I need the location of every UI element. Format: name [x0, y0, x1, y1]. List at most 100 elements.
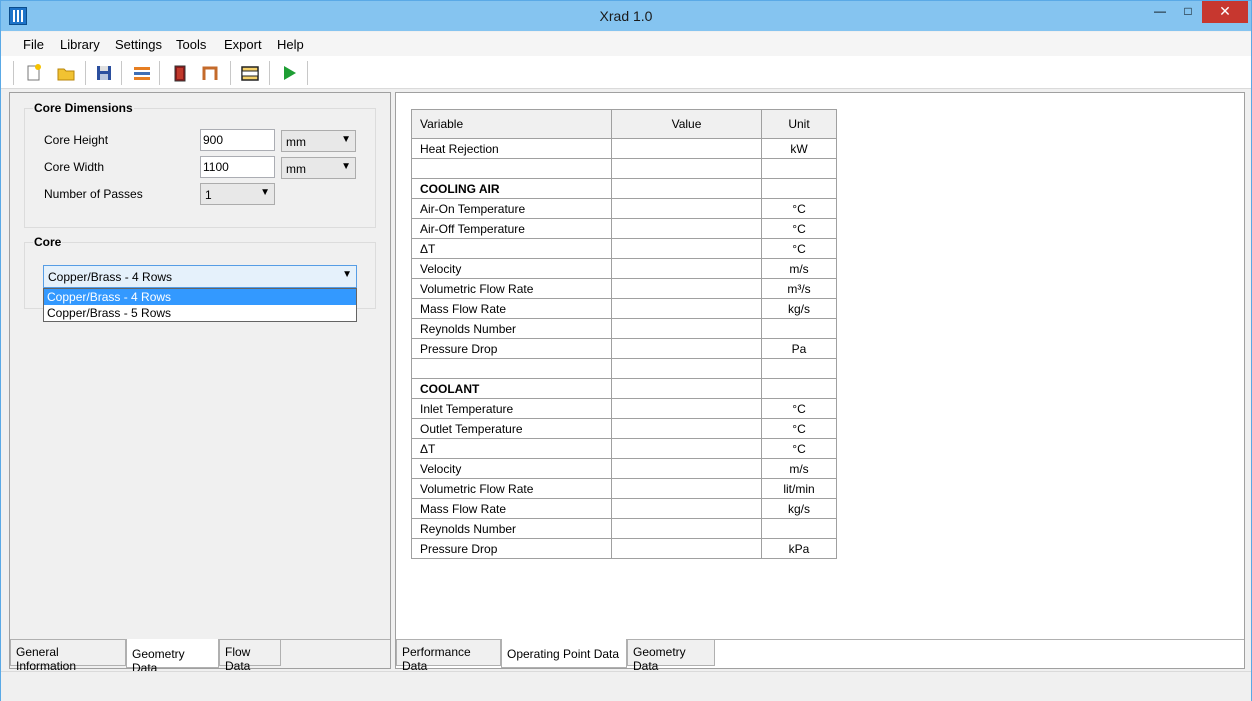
- toolbar-separator: [13, 61, 14, 85]
- save-icon[interactable]: [93, 62, 115, 84]
- row-value[interactable]: [611, 398, 762, 419]
- menu-help[interactable]: Help: [277, 37, 304, 52]
- tab-geometry-data-right[interactable]: Geometry Data: [627, 640, 715, 673]
- row-value[interactable]: [611, 158, 762, 179]
- core-width-unit-select[interactable]: mm ▼: [281, 157, 356, 179]
- tab-flow-data[interactable]: Flow Data: [219, 640, 281, 673]
- row-unit: kW: [761, 138, 837, 159]
- row-value[interactable]: [611, 298, 762, 319]
- row-variable: Mass Flow Rate: [411, 298, 612, 319]
- title-bar[interactable]: Xrad 1.0 — □ ✕: [1, 1, 1251, 31]
- core-width-unit-value: mm: [286, 162, 306, 176]
- tab-geometry-data[interactable]: Geometry Data: [126, 639, 219, 675]
- results-panel: Variable Value Unit Heat Rejection kW COOL…: [395, 92, 1245, 673]
- row-variable: Reynolds Number: [411, 518, 612, 539]
- row-value[interactable]: [611, 258, 762, 279]
- row-unit: °C: [761, 398, 837, 419]
- right-tab-bar: Performance Data Operating Point Data Ge…: [396, 639, 1244, 673]
- toolbar-separator: [230, 61, 231, 85]
- table-row: Heat Rejection kW: [411, 138, 837, 159]
- app-window: Xrad 1.0 — □ ✕ File Library Settings Too…: [0, 0, 1252, 701]
- row-unit: m/s: [761, 258, 837, 279]
- core-option[interactable]: Copper/Brass - 4 Rows: [44, 289, 356, 305]
- window-title: Xrad 1.0: [599, 8, 653, 24]
- row-value[interactable]: [611, 538, 762, 559]
- row-unit: °C: [761, 418, 837, 439]
- row-variable: COOLANT: [411, 378, 612, 399]
- core-width-input[interactable]: 1100: [200, 156, 275, 178]
- table-row: Volumetric Flow Rate m³/s: [411, 278, 837, 299]
- row-variable: Mass Flow Rate: [411, 498, 612, 519]
- core-dropdown-list: Copper/Brass - 4 Rows Copper/Brass - 5 R…: [43, 288, 357, 322]
- table-row: Air-On Temperature °C: [411, 198, 837, 219]
- layers-icon[interactable]: [131, 62, 153, 84]
- menu-file[interactable]: File: [23, 37, 44, 52]
- row-variable: [411, 358, 612, 379]
- row-value[interactable]: [611, 358, 762, 379]
- row-variable: Velocity: [411, 258, 612, 279]
- row-variable: [411, 158, 612, 179]
- new-file-icon[interactable]: [23, 62, 45, 84]
- row-value[interactable]: [611, 238, 762, 259]
- menu-library[interactable]: Library: [60, 37, 100, 52]
- table-row: Pressure Drop kPa: [411, 538, 837, 559]
- row-value[interactable]: [611, 478, 762, 499]
- row-unit: kg/s: [761, 498, 837, 519]
- panel-icon[interactable]: [239, 62, 261, 84]
- passes-label: Number of Passes: [44, 187, 143, 201]
- row-value[interactable]: [611, 138, 762, 159]
- row-value[interactable]: [611, 338, 762, 359]
- row-unit: Pa: [761, 338, 837, 359]
- passes-value: 1: [205, 188, 212, 202]
- core-height-input[interactable]: 900: [200, 129, 275, 151]
- row-unit: m³/s: [761, 278, 837, 299]
- row-unit: [761, 358, 837, 379]
- row-value[interactable]: [611, 518, 762, 539]
- tab-general-information[interactable]: General Information: [10, 640, 126, 673]
- row-unit: [761, 178, 837, 199]
- row-value[interactable]: [611, 218, 762, 239]
- core-select[interactable]: Copper/Brass - 4 Rows ▼: [43, 265, 357, 288]
- row-unit: [761, 518, 837, 539]
- row-value[interactable]: [611, 178, 762, 199]
- core-option[interactable]: Copper/Brass - 5 Rows: [44, 305, 356, 321]
- row-value[interactable]: [611, 378, 762, 399]
- run-icon[interactable]: [278, 62, 300, 84]
- core-height-unit-select[interactable]: mm ▼: [281, 130, 356, 152]
- row-value[interactable]: [611, 458, 762, 479]
- table-row: Volumetric Flow Rate lit/min: [411, 478, 837, 499]
- row-value[interactable]: [611, 498, 762, 519]
- row-value[interactable]: [611, 438, 762, 459]
- menu-settings[interactable]: Settings: [115, 37, 162, 52]
- fin-icon[interactable]: [200, 62, 222, 84]
- open-folder-icon[interactable]: [55, 62, 77, 84]
- row-unit: kPa: [761, 538, 837, 559]
- row-unit: [761, 318, 837, 339]
- table-row: [411, 158, 837, 179]
- close-button[interactable]: ✕: [1202, 1, 1248, 23]
- passes-select[interactable]: 1 ▼: [200, 183, 275, 205]
- row-variable: Air-Off Temperature: [411, 218, 612, 239]
- minimize-button[interactable]: —: [1147, 1, 1173, 23]
- header-unit: Unit: [761, 109, 837, 139]
- row-variable: Volumetric Flow Rate: [411, 478, 612, 499]
- core-icon[interactable]: [169, 62, 191, 84]
- row-value[interactable]: [611, 318, 762, 339]
- core-height-label: Core Height: [44, 133, 109, 147]
- maximize-button[interactable]: □: [1175, 1, 1201, 23]
- menu-tools[interactable]: Tools: [176, 37, 206, 52]
- row-unit: [761, 378, 837, 399]
- tab-operating-point-data[interactable]: Operating Point Data: [501, 639, 627, 668]
- tab-performance-data[interactable]: Performance Data: [396, 640, 501, 673]
- row-value[interactable]: [611, 418, 762, 439]
- row-value[interactable]: [611, 198, 762, 219]
- header-variable: Variable: [411, 109, 612, 139]
- row-value[interactable]: [611, 278, 762, 299]
- results-table: Variable Value Unit Heat Rejection kW COOL…: [411, 109, 837, 559]
- toolbar-separator: [85, 61, 86, 85]
- table-header-row: Variable Value Unit: [411, 109, 837, 139]
- row-variable: Volumetric Flow Rate: [411, 278, 612, 299]
- row-variable: Outlet Temperature: [411, 418, 612, 439]
- chevron-down-icon: ▼: [341, 161, 351, 172]
- menu-export[interactable]: Export: [224, 37, 262, 52]
